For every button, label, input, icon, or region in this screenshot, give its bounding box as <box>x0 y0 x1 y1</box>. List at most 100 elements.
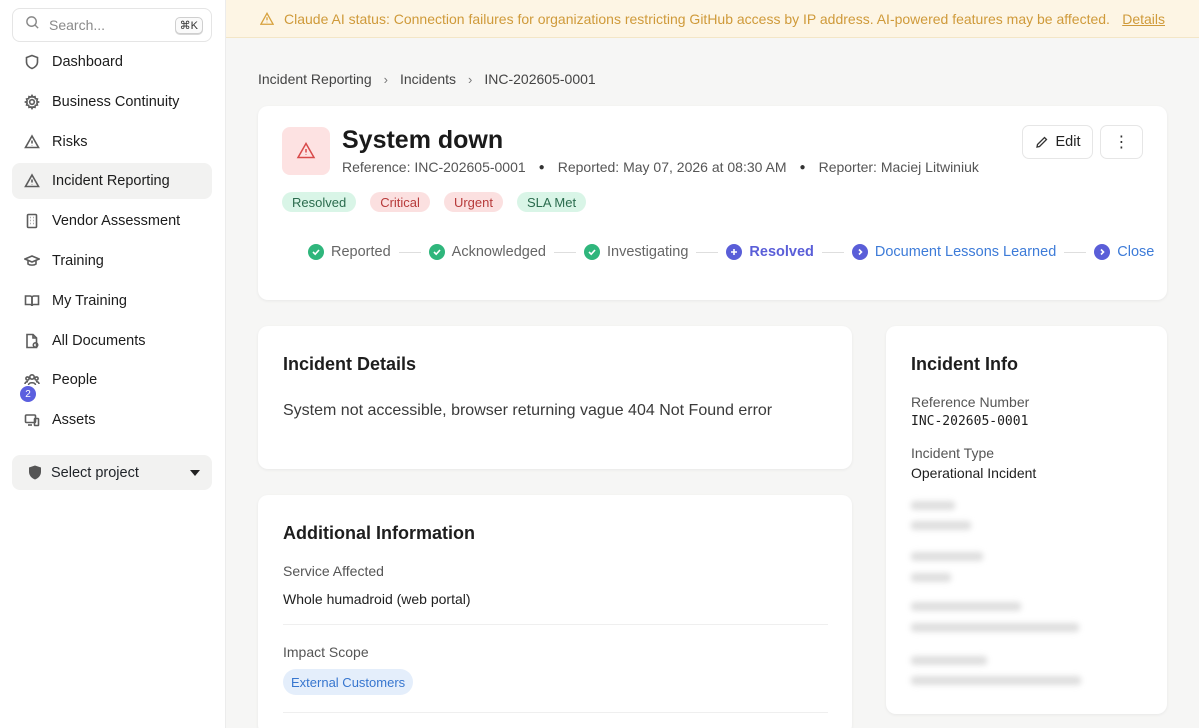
redacted-field <box>911 501 955 510</box>
breadcrumb-item[interactable]: Incidents <box>400 71 456 87</box>
step-connector <box>1064 251 1087 253</box>
project-select-label: Select project <box>51 464 139 481</box>
incident-description: System not accessible, browser returning… <box>283 402 773 419</box>
section-heading: Incident Details <box>283 354 417 374</box>
redacted-field <box>911 676 1081 685</box>
sidebar-item-label: Incident Reporting <box>52 173 170 190</box>
sidebar-item-all-documents[interactable]: All Documents <box>12 323 212 359</box>
search-input[interactable]: Search... ⌘K <box>12 8 212 42</box>
project-select[interactable]: Select project <box>12 455 212 490</box>
incident-reporter: Reporter: Maciej Litwiniuk <box>818 159 979 175</box>
step-connector <box>553 251 576 253</box>
banner-details-link[interactable]: Details <box>1122 11 1165 27</box>
check-icon <box>308 244 324 260</box>
separator-dot: ● <box>799 161 806 173</box>
redacted-field <box>911 602 1021 611</box>
sidebar-nav: Dashboard Business Continuity Risks Inci… <box>12 44 212 442</box>
chevron-down-icon <box>190 469 200 476</box>
shield-icon <box>29 465 41 480</box>
severity-badge: Critical <box>370 192 430 212</box>
warning-icon <box>23 133 40 150</box>
sidebar: Search... ⌘K Dashboard Business Continui… <box>0 0 226 728</box>
alert-icon-box <box>282 127 330 175</box>
sla-badge: SLA Met <box>516 192 587 212</box>
more-options-button[interactable]: ⋮ <box>1100 125 1143 159</box>
divider <box>283 712 828 713</box>
step-acknowledged: Acknowledged <box>428 244 546 260</box>
step-document-lessons-learned[interactable]: Document Lessons Learned <box>851 244 1057 260</box>
chevron-right-icon: › <box>383 71 388 87</box>
redacted-field <box>911 573 951 582</box>
step-close[interactable]: Close <box>1094 244 1154 260</box>
step-connector <box>696 251 719 253</box>
incident-meta: Reference: INC-202605-0001 ● Reported: M… <box>342 159 979 175</box>
additional-info-card: Additional Information Service Affected … <box>258 495 852 728</box>
building-icon <box>23 213 40 230</box>
page-title: System down <box>342 126 504 154</box>
book-icon <box>23 292 40 309</box>
sidebar-item-dashboard[interactable]: Dashboard <box>12 44 212 80</box>
step-investigating: Investigating <box>583 244 689 260</box>
sidebar-item-business-continuity[interactable]: Business Continuity <box>12 84 212 120</box>
check-icon <box>428 244 445 260</box>
sidebar-item-training[interactable]: Training <box>12 243 212 279</box>
incident-header-card: System down Reference: INC-202605-0001 ●… <box>258 106 1167 300</box>
breadcrumb-current: INC-202605-0001 <box>484 71 596 87</box>
warning-icon <box>296 141 316 159</box>
sidebar-item-my-training[interactable]: My Training <box>12 283 212 319</box>
sidebar-item-people[interactable]: People 2 <box>12 362 212 403</box>
incident-reported: Reported: May 07, 2026 at 08:30 AM <box>557 159 787 175</box>
sidebar-item-label: My Training <box>52 292 127 309</box>
service-affected-value: Whole humadroid (web portal) <box>283 591 471 607</box>
breadcrumb-item[interactable]: Incident Reporting <box>258 71 372 87</box>
redacted-field <box>911 552 983 561</box>
step-label: Acknowledged <box>451 244 546 260</box>
chevron-right-icon <box>851 244 868 260</box>
document-icon <box>23 332 40 349</box>
sidebar-item-label: People <box>52 372 98 389</box>
sidebar-item-incident-reporting[interactable]: Incident Reporting <box>12 163 212 200</box>
sidebar-item-label: All Documents <box>52 332 146 349</box>
divider <box>283 624 828 625</box>
search-icon <box>25 15 40 35</box>
sidebar-item-vendor-assessment[interactable]: Vendor Assessment <box>12 203 212 239</box>
incident-type-label: Incident Type <box>911 445 995 461</box>
step-resolved: Resolved <box>726 244 814 260</box>
incident-reference: Reference: INC-202605-0001 <box>342 159 526 175</box>
impact-scope-label: Impact Scope <box>283 644 369 660</box>
step-connector <box>821 251 844 253</box>
section-heading: Additional Information <box>283 523 475 543</box>
plus-icon <box>726 244 743 260</box>
service-affected-label: Service Affected <box>283 563 384 579</box>
sidebar-item-assets[interactable]: Assets <box>12 402 212 438</box>
status-banner: Claude AI status: Connection failures fo… <box>226 0 1199 38</box>
separator-dot: ● <box>538 161 545 173</box>
section-heading: Incident Info <box>911 354 1018 374</box>
step-label: Investigating <box>606 244 689 260</box>
sidebar-item-label: Vendor Assessment <box>52 213 181 230</box>
pencil-icon <box>1035 136 1047 148</box>
warning-icon <box>23 173 40 190</box>
sidebar-item-label: Assets <box>52 412 96 429</box>
sidebar-item-risks[interactable]: Risks <box>12 124 212 160</box>
check-icon <box>583 244 600 260</box>
redacted-field <box>911 521 971 530</box>
shield-icon <box>23 54 40 71</box>
step-label: Close <box>1117 244 1155 260</box>
workflow-steps: Reported Acknowledged Investigating Reso… <box>308 244 1154 260</box>
chevron-right-icon <box>1094 244 1111 260</box>
sidebar-item-label: Business Continuity <box>52 93 180 110</box>
incident-details-card: Incident Details System not accessible, … <box>258 326 852 469</box>
edit-button-label: Edit <box>1055 134 1081 150</box>
search-shortcut: ⌘K <box>174 16 203 34</box>
sidebar-item-label: Dashboard <box>52 54 123 70</box>
incident-type-value: Operational Incident <box>911 465 1037 481</box>
edit-button[interactable]: Edit <box>1022 125 1093 159</box>
reference-number-value: INC-202605-0001 <box>911 414 1029 429</box>
chevron-right-icon: › <box>468 71 473 87</box>
gear-icon <box>23 93 40 110</box>
step-label: Document Lessons Learned <box>874 244 1057 260</box>
devices-icon <box>23 412 40 429</box>
banner-message: Claude AI status: Connection failures fo… <box>284 10 1110 27</box>
sidebar-item-label: Training <box>52 252 104 269</box>
